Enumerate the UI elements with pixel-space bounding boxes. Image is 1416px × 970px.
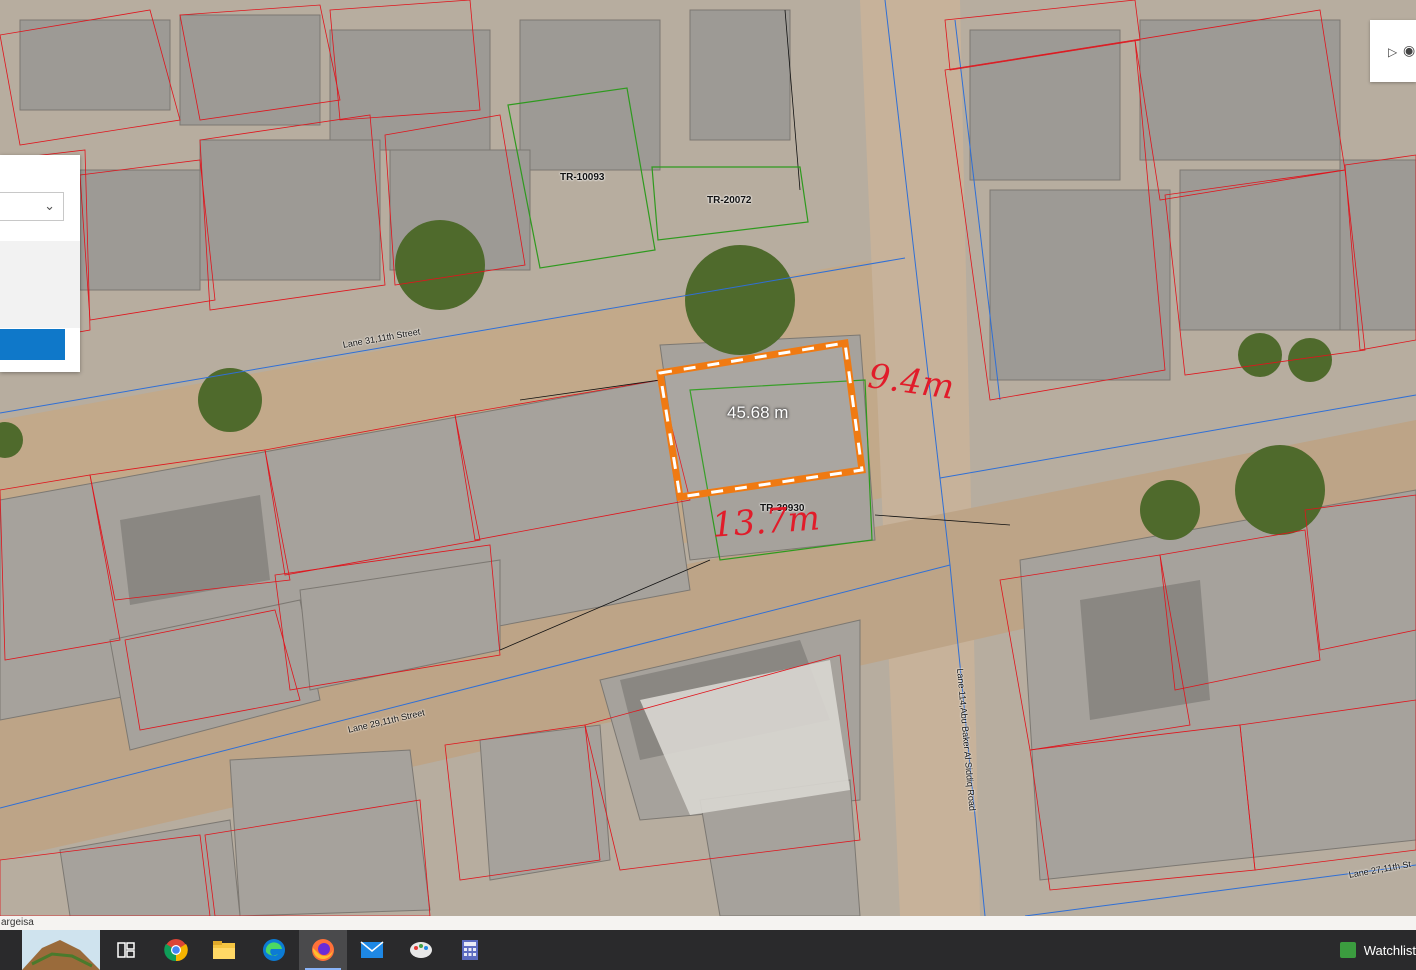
edge-icon[interactable] bbox=[250, 930, 298, 970]
aerial-imagery bbox=[0, 0, 1416, 916]
paint-icon[interactable] bbox=[397, 930, 445, 970]
parcel-label: TR-10093 bbox=[560, 172, 605, 183]
mail-icon[interactable] bbox=[348, 930, 396, 970]
measurement-label: 45.68 m bbox=[727, 403, 789, 422]
attribution-text: argeisa bbox=[1, 917, 34, 928]
attribution-bar: argeisa bbox=[0, 916, 1416, 930]
calculator-icon[interactable] bbox=[446, 930, 494, 970]
chevron-down-icon: ⌄ bbox=[44, 198, 55, 213]
firefox-icon[interactable] bbox=[299, 930, 347, 970]
length-annotation: 13.7m bbox=[710, 498, 822, 546]
start-icon[interactable] bbox=[20, 930, 102, 970]
layer-toggle-widget[interactable]: ▷ ◉ bbox=[1370, 20, 1416, 82]
chrome-icon[interactable] bbox=[152, 930, 200, 970]
primary-button[interactable] bbox=[0, 329, 65, 360]
eye-icon[interactable]: ◉ bbox=[1403, 42, 1415, 59]
watchlist-button[interactable]: Watchlist bbox=[1339, 930, 1416, 970]
parcel-label: TR-20072 bbox=[707, 195, 752, 206]
side-panel: ⌄ bbox=[0, 155, 80, 372]
map-view[interactable]: TR-10093 TR-20072 TR-39930 Lane 31,11th … bbox=[0, 0, 1416, 916]
file-explorer-icon[interactable] bbox=[200, 930, 248, 970]
task-view-icon[interactable] bbox=[102, 930, 150, 970]
watchlist-label: Watchlist bbox=[1363, 942, 1416, 958]
panel-section bbox=[0, 241, 80, 328]
taskbar: Watchlist bbox=[0, 930, 1416, 970]
expand-icon[interactable]: ▷ bbox=[1388, 45, 1397, 59]
watchlist-icon bbox=[1339, 942, 1356, 958]
dropdown-select[interactable]: ⌄ bbox=[0, 192, 64, 221]
